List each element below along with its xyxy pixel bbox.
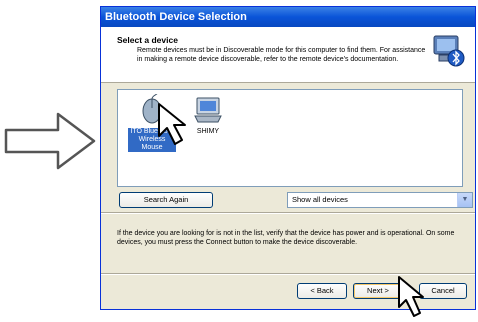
chevron-down-icon[interactable]: ▼: [457, 193, 472, 207]
window-title[interactable]: Bluetooth Device Selection: [101, 7, 475, 27]
search-again-button[interactable]: Search Again: [119, 192, 213, 208]
page-heading: Select a device: [117, 35, 178, 45]
back-button[interactable]: < Back: [297, 283, 347, 299]
bluetooth-device-selection-dialog: Bluetooth Device Selection Select a devi…: [100, 6, 476, 310]
pointer-arrow-icon: [4, 112, 96, 170]
cursor-arrow-icon: [158, 103, 186, 145]
wizard-header: Select a device Remote devices must be i…: [101, 27, 475, 83]
cursor-arrow-icon: [398, 276, 424, 317]
page-description: Remote devices must be in Discoverable m…: [137, 47, 426, 63]
info-text: If the device you are looking for is not…: [117, 230, 455, 246]
divider: [101, 212, 475, 214]
filter-value: Show all devices: [292, 195, 348, 204]
device-filter-select[interactable]: Show all devices ▼: [287, 192, 473, 208]
bluetooth-computer-icon: [433, 35, 465, 67]
